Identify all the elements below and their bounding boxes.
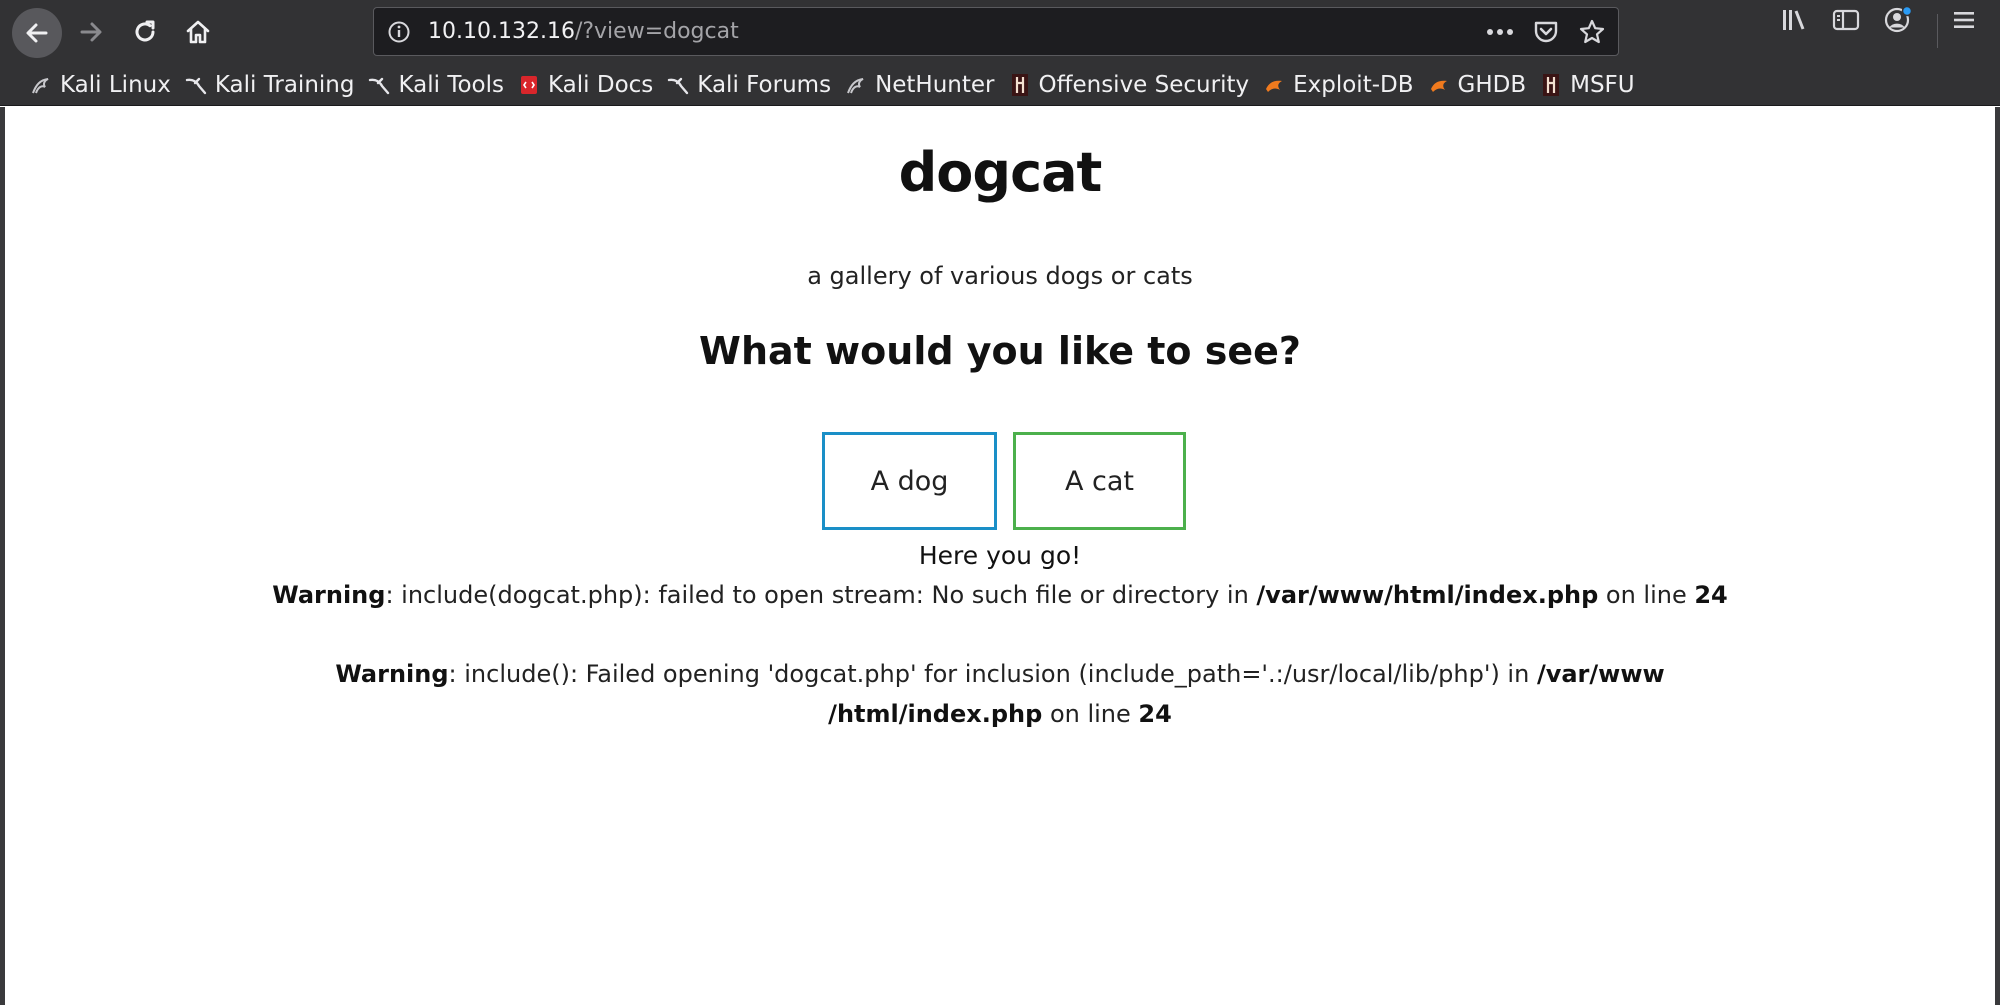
warning-on-line: on line	[1598, 581, 1695, 609]
bookmark-label: Kali Tools	[398, 71, 504, 98]
warning-label: Warning	[272, 581, 386, 609]
warning-path: /var/www/html/index.php	[1256, 581, 1599, 609]
php-warning-2: Warning: include(): Failed opening 'dogc…	[5, 660, 1995, 688]
toolbar-separator	[1937, 14, 1938, 48]
forward-button[interactable]	[66, 9, 116, 55]
info-icon[interactable]	[387, 20, 411, 44]
library-icon	[1783, 10, 1805, 30]
site-title: dogcat	[898, 141, 1103, 204]
bookmark-label: Offensive Security	[1038, 71, 1250, 98]
reload-button[interactable]	[120, 9, 170, 55]
bookmarks-toolbar: Kali Linux Kali Training Kali Tools Kali…	[0, 64, 2000, 106]
offsec-icon	[1007, 72, 1033, 98]
account-button[interactable]	[1880, 0, 1916, 40]
offsec-icon	[1538, 72, 1564, 98]
warning-path: /html/index.php	[828, 700, 1043, 728]
page-actions-button[interactable]	[1484, 16, 1516, 48]
bookmark-label: Exploit-DB	[1293, 71, 1414, 98]
kali-docs-icon	[516, 72, 542, 98]
exploitdb-icon	[1261, 72, 1287, 98]
cat-button[interactable]: A cat	[1013, 432, 1186, 530]
warning-on-line: on line	[1042, 700, 1139, 728]
bookmark-star-button[interactable]	[1576, 16, 1608, 48]
bookmark-label: Kali Linux	[60, 71, 171, 98]
kali-dragon-icon	[665, 72, 691, 98]
back-arrow-icon	[26, 23, 48, 43]
bookmark-kali-docs[interactable]: Kali Docs	[512, 66, 661, 104]
warning-message: : include(): Failed opening 'dogcat.php'…	[448, 660, 1537, 688]
php-warning-1: Warning: include(dogcat.php): failed to …	[5, 581, 1995, 609]
warning-line-number: 24	[1694, 581, 1728, 609]
bookmark-label: GHDB	[1457, 71, 1527, 98]
warning-path: /var/www	[1536, 660, 1665, 688]
sidebar-icon	[1832, 9, 1860, 31]
bookmark-kali-tools[interactable]: Kali Tools	[362, 66, 512, 104]
bookmark-kali-linux[interactable]: Kali Linux	[24, 66, 179, 104]
site-question: What would you like to see?	[699, 329, 1301, 373]
warning-line-number: 24	[1138, 700, 1172, 728]
pocket-button[interactable]	[1530, 16, 1562, 48]
star-icon	[1579, 19, 1605, 44]
home-button[interactable]	[173, 9, 223, 55]
pocket-icon	[1534, 21, 1558, 43]
reload-icon	[135, 20, 155, 42]
dog-button[interactable]: A dog	[822, 432, 997, 530]
warning-message: : include(dogcat.php): failed to open st…	[385, 581, 1257, 609]
kali-dragon-icon	[843, 72, 869, 98]
url-actions	[1484, 16, 1608, 48]
bookmark-label: Kali Training	[214, 71, 355, 98]
page-content: dogcat a gallery of various dogs or cats…	[0, 107, 2000, 1005]
sidebar-button[interactable]	[1828, 0, 1864, 40]
site-subtitle: a gallery of various dogs or cats	[807, 262, 1193, 290]
kali-dragon-icon	[28, 72, 54, 98]
php-warning-2-continued: /html/index.php on line 24	[5, 700, 1995, 728]
bookmark-nethunter[interactable]: NetHunter	[839, 66, 1002, 104]
back-button[interactable]	[12, 8, 62, 58]
url-bar[interactable]: 10.10.132.16/?view=dogcat	[373, 7, 1619, 56]
browser-toolbar: 10.10.132.16/?view=dogcat	[0, 0, 2000, 64]
bookmark-exploit-db[interactable]: Exploit-DB	[1257, 66, 1421, 104]
account-icon	[1884, 5, 1913, 33]
exploitdb-icon	[1426, 72, 1452, 98]
kali-dragon-icon	[183, 72, 209, 98]
bookmark-kali-training[interactable]: Kali Training	[179, 66, 363, 104]
forward-arrow-icon	[80, 22, 102, 42]
result-text: Here you go!	[918, 541, 1082, 570]
bookmark-kali-forums[interactable]: Kali Forums	[661, 66, 839, 104]
bookmark-label: Kali Docs	[548, 71, 654, 98]
url-text[interactable]: 10.10.132.16/?view=dogcat	[428, 17, 739, 47]
more-dots-icon	[1487, 29, 1513, 35]
kali-dragon-icon	[366, 72, 392, 98]
bookmark-msfu[interactable]: MSFU	[1534, 66, 1643, 104]
bookmark-label: Kali Forums	[697, 71, 832, 98]
url-path: /?view=dogcat	[574, 19, 739, 44]
home-icon	[186, 20, 210, 44]
bookmark-ghdb[interactable]: GHDB	[1422, 66, 1535, 104]
library-button[interactable]	[1776, 0, 1812, 40]
bookmark-label: MSFU	[1570, 71, 1635, 98]
hamburger-menu-icon	[1954, 12, 1974, 28]
menu-button[interactable]	[1946, 0, 1982, 40]
warning-label: Warning	[335, 660, 449, 688]
url-host: 10.10.132.16	[428, 19, 575, 44]
bookmark-offensive-security[interactable]: Offensive Security	[1003, 66, 1258, 104]
bookmark-label: NetHunter	[875, 71, 995, 98]
